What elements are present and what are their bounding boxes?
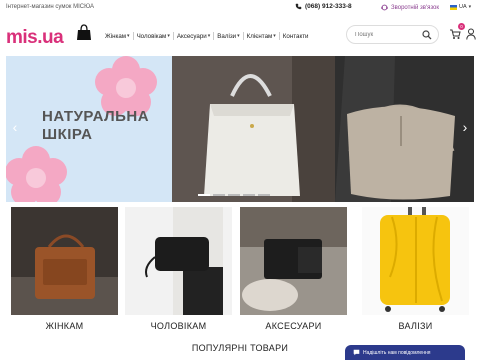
chevron-down-icon: ▾	[237, 33, 240, 39]
header: mis.ua Жінкам ▾ Чоловікам ▾ Аксесуари ▾ Вал…	[0, 15, 480, 55]
white-bag-image	[172, 56, 335, 202]
slider-dot[interactable]	[213, 194, 225, 196]
slider-dot[interactable]	[258, 194, 270, 196]
category-card-suitcases[interactable]	[362, 207, 469, 315]
category-label-suitcases[interactable]: ВАЛІЗИ	[362, 321, 469, 331]
callback-link[interactable]: Зворотній зв'язок	[381, 4, 439, 11]
chevron-down-icon: ▾	[127, 33, 130, 39]
language-switcher[interactable]: UA ▾	[450, 4, 471, 10]
category-card-accessories[interactable]	[240, 207, 347, 315]
callback-label: Зворотній зв'язок	[391, 4, 440, 11]
logo-text[interactable]: mis.ua	[6, 27, 64, 49]
nav-label: Контакти	[282, 32, 309, 40]
hero-panel-flowers: НАТУРАЛЬНА ШКІРА	[6, 56, 172, 202]
nav-item-suitcases[interactable]: Валізи ▾	[214, 32, 242, 40]
hero-title-line1: НАТУРАЛЬНА	[42, 108, 150, 125]
hero-slider[interactable]: НАТУРАЛЬНА ШКІРА ‹ ›	[6, 56, 474, 202]
category-label-men[interactable]: ЧОЛОВІКАМ	[125, 321, 232, 331]
nav-label: Жінкам	[105, 32, 127, 40]
men-category-image	[125, 207, 232, 315]
language-label: UA	[459, 4, 467, 10]
hero-panel-white-bag	[172, 56, 335, 202]
category-card-women[interactable]	[11, 207, 118, 315]
phone-number: (068) 912-333-8	[305, 3, 352, 10]
headset-icon	[381, 4, 388, 11]
nav-label: Валізи	[217, 32, 237, 40]
slider-dot[interactable]	[198, 194, 210, 196]
nav-label: Аксесуари	[176, 32, 207, 40]
hero-title-line2: ШКІРА	[42, 126, 93, 143]
bag-logo-icon	[77, 24, 91, 40]
category-label-accessories[interactable]: АКСЕСУАРИ	[240, 321, 347, 331]
nav-label: Чоловікам	[136, 32, 167, 40]
phone-link[interactable]: (068) 912-333-8	[295, 3, 352, 10]
cart-count-badge: 0	[458, 23, 465, 30]
slider-prev-arrow[interactable]: ‹	[8, 118, 22, 136]
nav-item-contacts[interactable]: Контакти	[280, 32, 312, 40]
category-card-men[interactable]	[125, 207, 232, 315]
accessories-category-image	[240, 207, 347, 315]
top-bar: Інтернет-магазин сумок МІСЮА (068) 912-3…	[0, 0, 480, 15]
cart-icon[interactable]	[449, 28, 461, 40]
slider-next-arrow[interactable]: ›	[458, 118, 472, 136]
chevron-down-icon: ▾	[167, 33, 170, 39]
nav-item-women[interactable]: Жінкам ▾	[102, 32, 133, 40]
search-icon[interactable]	[422, 30, 432, 40]
slider-dots	[198, 194, 270, 196]
user-icon[interactable]	[466, 28, 476, 40]
nav-label: Клієнтам	[246, 32, 273, 40]
chat-bubble-icon	[353, 349, 360, 356]
women-category-image	[11, 207, 118, 315]
nav-item-men[interactable]: Чоловікам ▾	[134, 32, 173, 40]
chat-label: Надішліть нам повідомлення	[363, 349, 431, 356]
chevron-down-icon: ▾	[468, 4, 472, 10]
chat-widget-button[interactable]: Надішліть нам повідомлення	[345, 345, 465, 360]
slider-dot[interactable]	[228, 194, 240, 196]
phone-icon	[295, 3, 302, 10]
slider-dot[interactable]	[243, 194, 255, 196]
main-nav: Жінкам ▾ Чоловікам ▾ Аксесуари ▾ Валізи ▾ Кл…	[102, 32, 312, 40]
search-input[interactable]	[355, 30, 425, 40]
nav-item-accessories[interactable]: Аксесуари ▾	[174, 32, 213, 40]
suitcase-category-image	[362, 207, 469, 315]
hero-panel-suede-bag	[335, 56, 474, 202]
store-tagline: Інтернет-магазин сумок МІСЮА	[6, 4, 94, 10]
search-box	[346, 25, 439, 44]
ukraine-flag-icon	[450, 4, 457, 10]
nav-item-clients[interactable]: Клієнтам ▾	[244, 32, 279, 40]
suede-bag-image	[335, 56, 474, 202]
category-label-women[interactable]: ЖІНКАМ	[11, 321, 118, 331]
chevron-down-icon: ▾	[273, 33, 276, 39]
hero-title: НАТУРАЛЬНА ШКІРА	[42, 108, 149, 144]
chevron-down-icon: ▾	[207, 33, 211, 39]
